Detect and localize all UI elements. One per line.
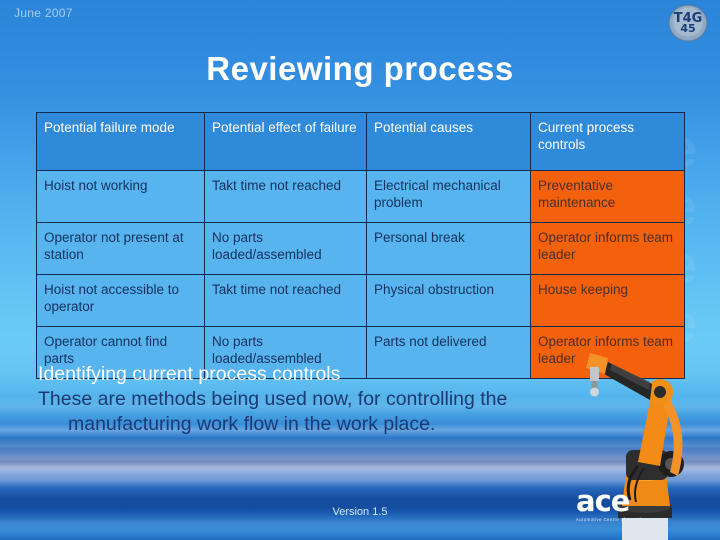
table-row: Hoist not working Takt time not reached … — [36, 170, 685, 223]
cell-failure-mode: Operator not present at station — [36, 222, 205, 275]
table-header-row: Potential failure mode Potential effect … — [36, 112, 685, 171]
fmea-table: Potential failure mode Potential effect … — [36, 112, 685, 379]
t4g-logo-icon: T4G 45 — [666, 3, 710, 43]
body-lead-line: Identifying current process controls — [38, 363, 341, 385]
cell-cause: Electrical mechanical problem — [366, 170, 531, 223]
cell-cause: Personal break — [366, 222, 531, 275]
column-header-effect: Potential effect of failure — [204, 112, 367, 171]
column-header-causes: Potential causes — [366, 112, 531, 171]
table-row: Hoist not accessible to operator Takt ti… — [36, 274, 685, 327]
slide-date: June 2007 — [14, 6, 73, 20]
cell-failure-mode: Hoist not working — [36, 170, 205, 223]
cell-failure-mode: Hoist not accessible to operator — [36, 274, 205, 327]
cell-effect: Takt time not reached — [204, 274, 367, 327]
body-copy-block: Identifying current process controls The… — [38, 362, 638, 437]
body-line-2: manufacturing work flow in the work plac… — [68, 413, 436, 435]
svg-text:45: 45 — [680, 22, 695, 35]
slide-canvas: ace ace ace ace ace ace ace ace June 200… — [0, 0, 720, 540]
cell-cause: Physical obstruction — [366, 274, 531, 327]
cell-effect: Takt time not reached — [204, 170, 367, 223]
page-title: Reviewing process — [206, 50, 514, 87]
cell-control: Preventative maintenance — [530, 170, 685, 223]
column-header-failure-mode: Potential failure mode — [36, 112, 205, 171]
version-label: Version 1.5 — [332, 506, 388, 518]
cell-control: House keeping — [530, 274, 685, 327]
body-line-1: These are methods being used now, for co… — [38, 388, 508, 410]
fmea-table-wrapper: Potential failure mode Potential effect … — [36, 112, 685, 379]
column-header-controls: Current process controls — [530, 112, 685, 171]
cell-effect: No parts loaded/assembled — [204, 222, 367, 275]
cell-control: Operator informs team leader — [530, 222, 685, 275]
table-row: Operator not present at station No parts… — [36, 222, 685, 275]
